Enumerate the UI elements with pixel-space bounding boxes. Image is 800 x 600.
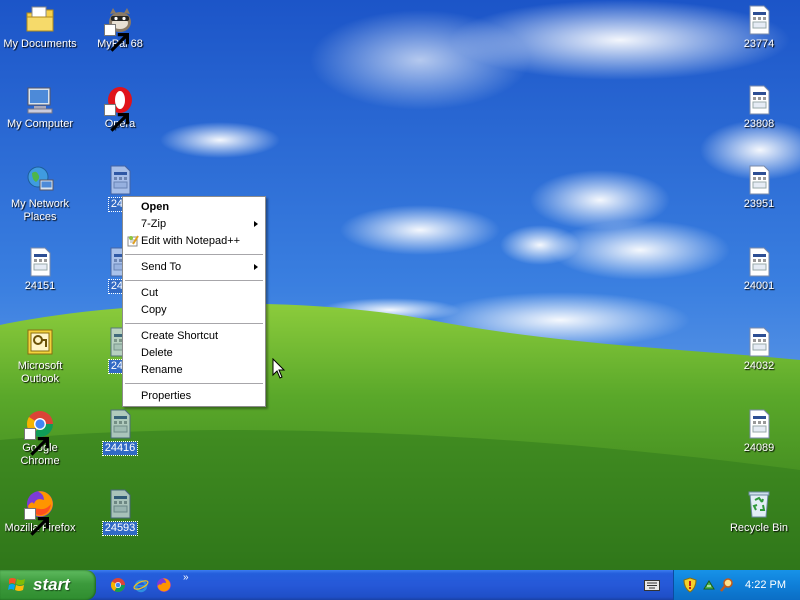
outlook-icon bbox=[27, 329, 53, 355]
context-menu: Open 7-Zip Edit with Notepad++ Send To C… bbox=[122, 196, 266, 407]
desktop-icon-label: 23808 bbox=[743, 118, 775, 130]
menu-separator bbox=[125, 254, 263, 255]
desktop-icon-recycle-bin[interactable]: Recycle Bin bbox=[719, 488, 799, 535]
menu-item-copy[interactable]: Copy bbox=[123, 302, 265, 319]
notepad-plus-plus-icon bbox=[127, 235, 139, 247]
menu-item-create-shortcut[interactable]: Create Shortcut bbox=[123, 328, 265, 345]
document-icon bbox=[110, 489, 131, 519]
desktop-icon-23951[interactable]: 23951 bbox=[719, 164, 799, 211]
menu-item-label: Edit with Notepad++ bbox=[141, 235, 241, 247]
menu-separator bbox=[125, 280, 263, 281]
desktop-icon-mypal-68[interactable]: MyPal 68 bbox=[80, 4, 160, 52]
desktop-icon-my-documents[interactable]: My Documents bbox=[0, 4, 80, 51]
document-icon bbox=[749, 165, 770, 195]
document-icon bbox=[30, 247, 51, 277]
shortcut-arrow-icon bbox=[104, 104, 129, 132]
windows-flag-icon bbox=[8, 578, 25, 591]
desktop-icon-label: 24089 bbox=[743, 442, 775, 454]
menu-item-open[interactable]: Open bbox=[123, 199, 265, 216]
submenu-arrow-icon bbox=[254, 221, 258, 227]
mouse-cursor-icon bbox=[272, 358, 286, 379]
document-icon bbox=[749, 85, 770, 115]
desktop-icon-my-computer[interactable]: My Computer bbox=[0, 84, 80, 131]
desktop-icon-label: My Documents bbox=[3, 38, 77, 50]
desktop-icon-24001[interactable]: 24001 bbox=[719, 246, 799, 293]
quick-launch-chrome[interactable] bbox=[110, 577, 126, 593]
system-tray: 4:22 PM bbox=[673, 570, 800, 600]
desktop-icon-label: 24416 bbox=[101, 441, 139, 456]
menu-item-cut[interactable]: Cut bbox=[123, 285, 265, 302]
desktop-icon-my-network-places[interactable]: My Network Places bbox=[0, 164, 80, 224]
document-icon bbox=[749, 327, 770, 357]
desktop-icon-23774[interactable]: 23774 bbox=[719, 4, 799, 51]
menu-item-send-to[interactable]: Send To bbox=[123, 259, 265, 276]
desktop-icon-24089[interactable]: 24089 bbox=[719, 408, 799, 455]
menu-separator bbox=[125, 383, 263, 384]
desktop-icon-label: 24032 bbox=[743, 360, 775, 372]
my-documents-icon bbox=[26, 6, 54, 32]
quick-launch-overflow-chevron[interactable]: » bbox=[183, 572, 189, 583]
desktop-icon-24032[interactable]: 24032 bbox=[719, 326, 799, 373]
desktop-icon-23808[interactable]: 23808 bbox=[719, 84, 799, 131]
desktop-icon-label: 24001 bbox=[743, 280, 775, 292]
desktop-icon-label: Recycle Bin bbox=[729, 522, 789, 534]
submenu-arrow-icon bbox=[254, 264, 258, 270]
shortcut-arrow-icon bbox=[24, 428, 49, 456]
menu-item-label: Send To bbox=[141, 261, 182, 273]
desktop-icon-label: My Network Places bbox=[10, 198, 70, 223]
desktop-icon-24593[interactable]: 24593 bbox=[80, 488, 160, 536]
menu-item-label: 7-Zip bbox=[141, 218, 167, 230]
desktop-icon-label: 24151 bbox=[24, 280, 56, 292]
firefox-icon bbox=[157, 578, 171, 592]
menu-item-properties[interactable]: Properties bbox=[123, 388, 265, 405]
network-places-icon bbox=[27, 166, 54, 191]
desktop-icon-label: 23951 bbox=[743, 198, 775, 210]
shortcut-arrow-icon bbox=[104, 24, 129, 52]
desktop-icon-label: 23774 bbox=[743, 38, 775, 50]
menu-item-rename[interactable]: Rename bbox=[123, 362, 265, 379]
shortcut-arrow-icon bbox=[24, 508, 49, 536]
start-button[interactable]: start bbox=[0, 570, 96, 600]
security-shield-icon[interactable] bbox=[683, 577, 697, 593]
desktop-icon-microsoft-outlook[interactable]: Microsoft Outlook bbox=[0, 326, 80, 386]
quick-launch-firefox[interactable] bbox=[156, 577, 172, 593]
my-computer-icon bbox=[27, 87, 53, 114]
menu-separator bbox=[125, 323, 263, 324]
desktop-icon-24416[interactable]: 24416 bbox=[80, 408, 160, 456]
menu-item-edit-with-notepad[interactable]: Edit with Notepad++ bbox=[123, 233, 265, 250]
taskbar-clock[interactable]: 4:22 PM bbox=[745, 570, 786, 600]
taskbar: start » 4:22 PM bbox=[0, 570, 800, 600]
network-status-icon[interactable] bbox=[702, 577, 716, 593]
document-icon bbox=[749, 5, 770, 35]
desktop-icon-24151[interactable]: 24151 bbox=[0, 246, 80, 293]
menu-item-delete[interactable]: Delete bbox=[123, 345, 265, 362]
quick-launch-internet-explorer[interactable] bbox=[133, 577, 149, 593]
document-icon bbox=[749, 409, 770, 439]
desktop-icon-opera[interactable]: Opera bbox=[80, 84, 160, 132]
desktop-icon-google-chrome[interactable]: Google Chrome bbox=[0, 408, 80, 468]
desktop-icon-label: 24593 bbox=[101, 521, 139, 536]
keyboard-icon[interactable] bbox=[644, 578, 660, 592]
recycle-bin-icon bbox=[748, 491, 770, 518]
document-icon bbox=[749, 247, 770, 277]
search-magnifier-icon[interactable] bbox=[720, 577, 734, 593]
desktop-icon-label: My Computer bbox=[6, 118, 74, 130]
menu-item-7zip[interactable]: 7-Zip bbox=[123, 216, 265, 233]
internet-explorer-icon bbox=[133, 579, 149, 593]
document-icon bbox=[110, 165, 131, 195]
desktop-icon-mozilla-firefox[interactable]: Mozilla Firefox bbox=[0, 488, 80, 536]
desktop-icon-label: Microsoft Outlook bbox=[17, 360, 63, 385]
start-label: start bbox=[33, 575, 70, 594]
chrome-icon bbox=[111, 578, 125, 592]
document-icon bbox=[110, 409, 131, 439]
